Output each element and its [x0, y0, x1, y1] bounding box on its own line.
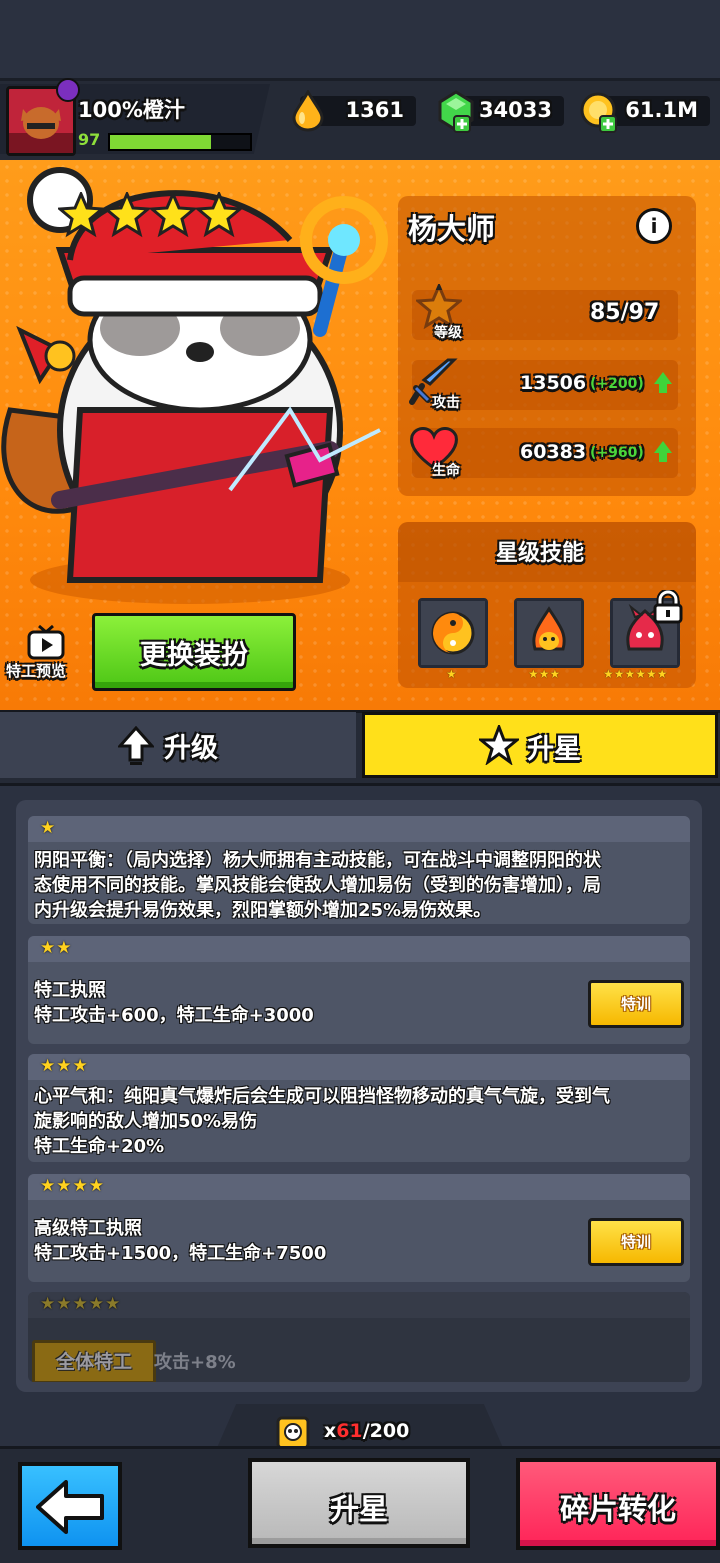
all-agents-tag-label: 全体特工 — [55, 1351, 132, 1373]
skill-slot-2[interactable] — [514, 598, 584, 668]
resource-water-value: 1361 — [345, 98, 404, 122]
star-reward-card-3: ★★★ 心平气和：纯阳真气爆炸后会生成可以阻挡怪物移动的真气气旋，受到气 旋影响… — [28, 1054, 690, 1162]
tab-star-up[interactable]: 升星 — [362, 712, 718, 778]
hp-bonus: (+960) — [590, 445, 644, 461]
attack-up-arrow-stem — [659, 383, 667, 393]
star-skills-title: 星级技能 — [496, 541, 585, 566]
skull-fragment-icon — [276, 1416, 310, 1450]
change-skin-button[interactable]: 更换装扮 — [92, 613, 296, 691]
fragment-prefix: x — [324, 1420, 337, 1442]
card-5-stars: ★★★★★ — [40, 1294, 122, 1314]
level-label: 等级 — [434, 325, 462, 341]
fragment-count: x61/200 — [324, 1420, 409, 1442]
card-4-line-1: 高级特工执照 — [34, 1218, 142, 1239]
tab-upgrade[interactable]: 升级 — [0, 712, 356, 778]
card-4-stars: ★★★★ — [40, 1176, 105, 1196]
star-outline-icon — [479, 725, 519, 765]
card-3-line-1: 心平气和：纯阳真气爆炸后会生成可以阻挡怪物移动的真气气旋，受到气 — [34, 1086, 610, 1107]
star-reward-card-1: ★ 阴阳平衡：（局内选择）杨大师拥有主动技能，可在战斗中调整阴阳的状 态使用不同… — [28, 816, 690, 924]
hero-name: 杨大师 — [408, 212, 496, 246]
exp-bar — [108, 133, 252, 151]
convert-fragments-label: 碎片转化 — [559, 1492, 676, 1526]
hero-star-icon — [56, 190, 106, 238]
lock-icon — [653, 590, 683, 624]
hero-star-rating — [56, 190, 244, 240]
card-4-line-2: 特工攻击+1500，特工生命+7500 — [34, 1243, 327, 1264]
yin-yang-icon — [421, 601, 485, 665]
up-arrow-icon — [118, 726, 154, 765]
info-button[interactable]: i — [636, 208, 672, 244]
skill-slot-1[interactable] — [418, 598, 488, 668]
train-button-1[interactable]: 特训 — [588, 980, 684, 1028]
avatar-badge-icon — [56, 78, 80, 102]
exp-bar-fill — [110, 135, 211, 149]
card-2-line-2: 特工攻击+600，特工生命+3000 — [34, 1005, 314, 1026]
tab-star-up-label: 升星 — [527, 734, 581, 765]
card-3-line-3: 特工生命+20% — [34, 1136, 165, 1157]
skill-3-stars: ★★★★★★ — [603, 667, 668, 681]
fragment-total: /200 — [362, 1420, 410, 1442]
preview-label: 特工预览 — [6, 662, 67, 680]
attack-bonus: (+200) — [590, 376, 644, 392]
hp-label: 生命 — [432, 463, 460, 479]
level-value: 85/97 — [590, 300, 660, 325]
preview-button[interactable]: 特工预览 — [4, 620, 80, 686]
card-3-stars: ★★★ — [40, 1056, 89, 1076]
skill-1-stars: ★ — [446, 667, 457, 681]
card-5-effect: 攻击+8% — [154, 1352, 236, 1373]
star-reward-card-2: ★★ 特工执照 特工攻击+600，特工生命+3000 特训 — [28, 936, 690, 1044]
star-reward-card-5: ★★★★★ 全体特工 攻击+8% — [28, 1292, 690, 1382]
resource-gold-value: 61.1M — [625, 98, 698, 122]
back-arrow-icon — [36, 1480, 104, 1534]
attack-value: 13506 — [520, 372, 587, 394]
tv-play-icon — [27, 624, 65, 660]
change-skin-label: 更换装扮 — [140, 640, 248, 671]
player-level: 97 — [78, 130, 101, 149]
card-3-line-2: 旋影响的敌人增加50%易伤 — [34, 1111, 258, 1132]
star-up-button-label: 升星 — [329, 1492, 388, 1526]
flame-spirit-icon — [517, 601, 581, 665]
train-button-2[interactable]: 特训 — [588, 1218, 684, 1266]
tab-upgrade-label: 升级 — [164, 733, 218, 764]
back-button[interactable] — [18, 1462, 122, 1550]
hero-star-icon — [194, 190, 244, 238]
convert-fragments-button[interactable]: 碎片转化 — [516, 1458, 720, 1550]
water-drop-icon — [292, 90, 324, 132]
attack-label: 攻击 — [432, 395, 460, 411]
card-1-line-1: 阴阳平衡：（局内选择）杨大师拥有主动技能，可在战斗中调整阴阳的状 — [34, 850, 601, 871]
hero-star-icon — [148, 190, 198, 238]
hp-up-arrow-stem — [659, 452, 667, 462]
gold-coin-icon[interactable] — [580, 90, 620, 134]
hero-star-icon — [102, 190, 152, 238]
all-agents-tag: 全体特工 — [32, 1340, 156, 1382]
star-up-button[interactable]: 升星 — [248, 1458, 470, 1548]
skill-2-stars: ★★★ — [528, 667, 561, 681]
card-1-line-3: 内升级会提升易伤效果，烈阳掌额外增加25%易伤效果。 — [34, 900, 492, 921]
resource-gems-value: 34033 — [478, 98, 552, 122]
hp-value: 60383 — [520, 441, 587, 463]
fragment-current: 61 — [336, 1420, 363, 1442]
card-1-stars: ★ — [40, 818, 57, 838]
player-name: 100%橙汁 — [78, 98, 185, 122]
card-1-line-2: 态使用不同的技能。掌风技能会使敌人增加易伤（受到的伤害增加），局 — [34, 875, 601, 896]
card-2-stars: ★★ — [40, 938, 73, 958]
star-reward-card-4: ★★★★ 高级特工执照 特工攻击+1500，特工生命+7500 特训 — [28, 1174, 690, 1282]
card-2-line-1: 特工执照 — [34, 980, 106, 1001]
green-gem-icon[interactable] — [436, 90, 476, 134]
